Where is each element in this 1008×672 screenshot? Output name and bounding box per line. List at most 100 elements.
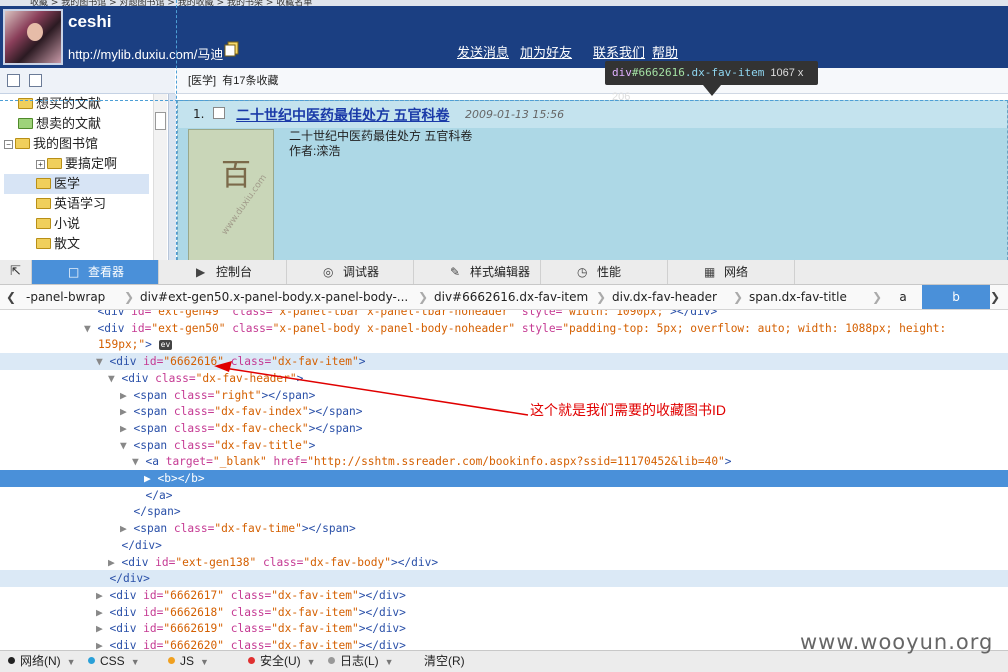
markup-line[interactable]: </div> [0, 537, 1008, 554]
tree-item[interactable]: 英语学习 [36, 194, 106, 214]
copy-icon[interactable] [224, 41, 240, 57]
filter-2[interactable]: JS ▼ [168, 651, 209, 672]
tab-style-editor[interactable]: ✎ 样式编辑器 [414, 260, 541, 284]
markup-line[interactable]: ▶ <span class="dx-fav-index"></span> [0, 403, 1008, 420]
expand-icon[interactable]: + [36, 160, 45, 169]
fav-checkbox[interactable] [213, 107, 225, 119]
twisty-icon[interactable]: ▶ [144, 472, 157, 485]
markup-token: "ext-gen138" [175, 555, 257, 569]
status-dot-icon [328, 657, 335, 664]
tree-item[interactable]: − 我的图书馆 [4, 134, 98, 154]
markup-token: ></div> [390, 555, 439, 569]
twisty-icon[interactable]: ▶ [120, 422, 133, 435]
breadcrumb-item[interactable]: div.dx-fav-header [612, 285, 737, 309]
markup-line[interactable]: ▶ <b></b> [0, 470, 1008, 487]
send-message-link[interactable]: 发送消息 [457, 42, 509, 61]
event-badge[interactable]: ev [158, 340, 173, 351]
chevron-down-icon[interactable]: ▼ [200, 657, 209, 667]
breadcrumb-item[interactable]: a [888, 285, 918, 309]
twisty-icon[interactable]: ▶ [96, 622, 109, 635]
add-friend-link[interactable]: 加为好友 [520, 42, 572, 61]
twisty-icon[interactable]: ▼ [84, 322, 97, 335]
twisty-icon[interactable]: ▶ [96, 639, 109, 650]
breadcrumb-item[interactable]: b [922, 285, 990, 309]
markup-line[interactable]: </div> [0, 570, 1008, 588]
tree-item[interactable]: 医学 [4, 174, 149, 194]
markup-token: "dx-fav-item" [271, 639, 359, 650]
twisty-icon[interactable] [108, 539, 121, 552]
breadcrumb-item[interactable]: div#6662616.dx-fav-item [434, 285, 600, 309]
twisty-icon[interactable]: ▶ [96, 606, 109, 619]
book-cover[interactable]: 百 www.duxiu.com [188, 129, 274, 261]
breadcrumb-item[interactable]: span.dx-fav-title [749, 285, 879, 309]
markup-line[interactable]: </a> [0, 487, 1008, 504]
annotation-note: 这个就是我们需要的收藏图书ID [530, 402, 726, 418]
twisty-icon[interactable] [132, 489, 145, 502]
markup-token: > [724, 455, 732, 469]
element-picker-icon[interactable]: ⇱ [0, 260, 32, 284]
markup-line[interactable]: ▶ <div id="6662617" class="dx-fav-item">… [0, 587, 1008, 604]
tab-debugger[interactable]: ◎ 调试器 [287, 260, 414, 284]
breadcrumb-item[interactable]: -panel-bwrap [26, 285, 126, 309]
tab-performance[interactable]: ◷ 性能 [541, 260, 668, 284]
chevron-down-icon[interactable]: ▼ [131, 657, 140, 667]
tree-item[interactable]: 小说 [36, 214, 80, 234]
tree-item[interactable]: 想买的文献 [18, 94, 101, 114]
twisty-icon[interactable]: ▶ [120, 522, 133, 535]
markup-line[interactable]: <div id="ext-gen49" class="x-panel-tbar … [0, 310, 1008, 320]
contact-us-link[interactable]: 联系我们 [593, 42, 645, 61]
markup-line[interactable]: ▶ <span class="right"></span> [0, 387, 1008, 404]
panel-splitter[interactable] [168, 94, 176, 260]
markup-line[interactable]: 159px;"> ev [0, 336, 1008, 353]
tab-network[interactable]: ▦ 网络 [668, 260, 795, 284]
fav-title-link[interactable]: 二十世纪中医药最佳处方 五官科卷 [236, 105, 450, 125]
expand-all-icon[interactable] [7, 74, 20, 87]
tree-item[interactable]: + 要搞定啊 [36, 154, 117, 174]
filter-1[interactable]: CSS ▼ [88, 651, 140, 672]
twisty-icon[interactable]: ▶ [108, 556, 121, 569]
markup-line[interactable]: </span> [0, 503, 1008, 520]
twisty-icon[interactable]: ▶ [120, 389, 133, 402]
collapse-icon[interactable]: − [4, 140, 13, 149]
markup-line[interactable]: ▶ <div id="ext-gen138" class="dx-fav-bod… [0, 554, 1008, 571]
twisty-icon[interactable]: ▶ [96, 589, 109, 602]
twisty-icon[interactable]: ▼ [132, 455, 145, 468]
twisty-icon[interactable]: ▼ [120, 439, 133, 452]
markup-line[interactable]: ▶ <span class="dx-fav-time"></span> [0, 520, 1008, 537]
filter-4[interactable]: 日志(L) ▼ [328, 651, 394, 672]
twisty-icon[interactable]: ▼ [108, 372, 121, 385]
tab-inspector[interactable]: □ 查看器 [32, 260, 159, 284]
clear-button[interactable]: 清空(R) [424, 651, 465, 672]
chevron-down-icon[interactable]: ▼ [307, 657, 316, 667]
filter-0[interactable]: 网络(N) ▼ [8, 651, 76, 672]
tree-item[interactable]: 散文 [36, 234, 80, 254]
tree-scrollbar[interactable] [153, 94, 167, 260]
markup-line[interactable]: ▼ <div id="6662616" class="dx-fav-item"> [0, 353, 1008, 371]
markup-line[interactable]: ▶ <span class="dx-fav-check"></span> [0, 420, 1008, 437]
help-link[interactable]: 帮助 [652, 42, 678, 61]
user-url[interactable]: http://mylib.duxiu.com/马迪 [68, 44, 223, 63]
chevron-down-icon[interactable]: ▼ [385, 657, 394, 667]
twisty-icon[interactable]: ▼ [96, 355, 109, 368]
filter-3[interactable]: 安全(U) ▼ [248, 651, 316, 672]
markup-line[interactable]: ▼ <div class="dx-fav-header"> [0, 370, 1008, 387]
markup-line[interactable]: ▼ <a target="_blank" href="http://sshtm.… [0, 453, 1008, 470]
twisty-icon[interactable] [120, 505, 133, 518]
markup-line[interactable]: ▼ <div id="ext-gen50" class="x-panel-bod… [0, 320, 1008, 337]
tree-item[interactable]: 想卖的文献 [18, 114, 101, 134]
list-view-icon[interactable] [29, 74, 42, 87]
breadcrumb-item[interactable]: div#ext-gen50.x-panel-body.x-panel-body-… [140, 285, 424, 309]
tab-console[interactable]: ▶ 控制台 [160, 260, 287, 284]
avatar[interactable] [3, 9, 63, 65]
markup-token: id= [131, 310, 152, 318]
twisty-icon[interactable]: ▶ [120, 405, 133, 418]
inspector-icon: □ [68, 265, 80, 279]
breadcrumb-forward-icon[interactable]: ❯ [990, 285, 1004, 309]
breadcrumb-back-icon[interactable]: ❮ [6, 285, 20, 309]
markup-line[interactable]: ▶ <div id="6662618" class="dx-fav-item">… [0, 604, 1008, 621]
markup-line[interactable]: ▼ <span class="dx-fav-title"> [0, 437, 1008, 454]
markup-token: 159px;" [98, 338, 146, 352]
twisty-icon[interactable] [96, 572, 109, 585]
twisty-icon[interactable] [84, 310, 97, 318]
chevron-down-icon[interactable]: ▼ [67, 657, 76, 667]
